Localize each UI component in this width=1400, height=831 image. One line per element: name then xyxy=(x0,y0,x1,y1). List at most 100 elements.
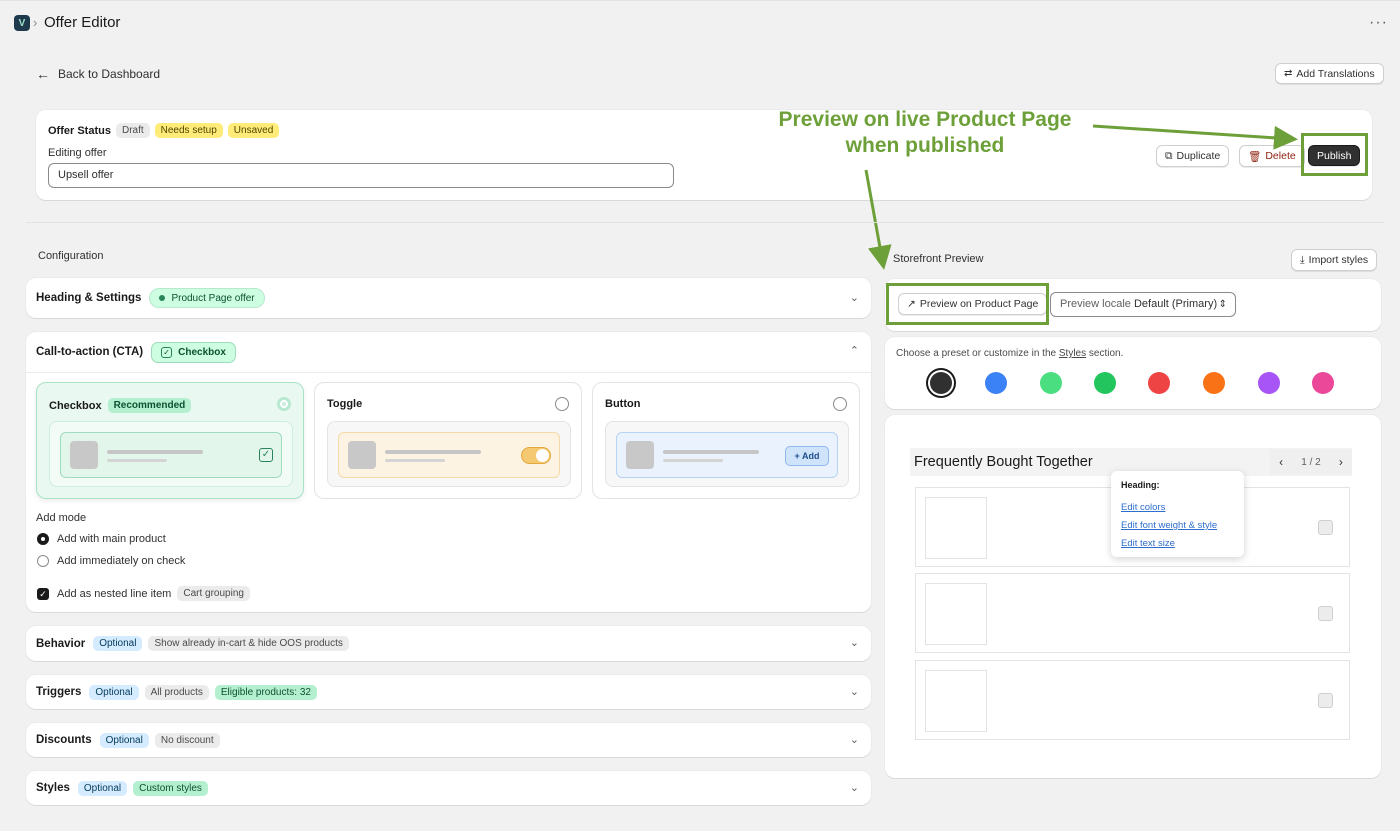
preview-line xyxy=(385,450,481,454)
preset-help-text: Choose a preset or customize in the Styl… xyxy=(896,348,1123,359)
cta-option-button[interactable]: Button + Add xyxy=(592,382,860,499)
preview-thumbnail xyxy=(70,441,98,469)
add-with-main-radio[interactable] xyxy=(37,533,49,545)
optional-badge: Optional xyxy=(89,684,139,700)
all-products-badge: All products xyxy=(144,684,209,700)
check-square-icon: ✓ xyxy=(161,346,173,358)
eligible-products-badge: Eligible products: 32 xyxy=(214,684,317,700)
cta-option-checkbox-title: Checkbox Recommended xyxy=(49,398,192,413)
button-preview-row: + Add xyxy=(616,432,838,478)
cta-checkbox-badge: ✓ Checkbox xyxy=(151,341,236,363)
chevron-right-icon[interactable]: › xyxy=(1339,455,1343,469)
discounts-title: Discounts xyxy=(36,734,92,746)
preview-line xyxy=(385,459,445,462)
cta-option-toggle[interactable]: Toggle xyxy=(314,382,582,499)
edit-colors-link[interactable]: Edit colors xyxy=(1121,502,1165,513)
product-page-offer-badge: Product Page offer xyxy=(149,288,265,308)
styles-link[interactable]: Styles xyxy=(1059,348,1086,359)
cta-accordion: Call-to-action (CTA) ✓ Checkbox ⌃ Checkb… xyxy=(26,332,871,612)
optional-badge: Optional xyxy=(99,732,149,748)
color-swatch[interactable] xyxy=(1312,372,1334,394)
cta-option-checkbox-radio[interactable] xyxy=(277,397,291,411)
cta-option-button-radio[interactable] xyxy=(833,397,847,411)
preview-highlight-box xyxy=(886,283,1049,325)
nested-line-item-checkbox[interactable]: ✓ xyxy=(37,587,49,600)
toggle-option-label: Toggle xyxy=(327,398,363,410)
product-checkbox[interactable] xyxy=(1318,693,1333,708)
preview-line xyxy=(663,459,723,462)
add-immediately-radio[interactable] xyxy=(37,555,49,567)
import-styles-label: Import styles xyxy=(1308,254,1369,266)
color-swatch[interactable] xyxy=(1040,372,1062,394)
color-swatch[interactable] xyxy=(985,372,1007,394)
preview-thumbnail xyxy=(626,441,654,469)
configuration-label: Configuration xyxy=(38,250,104,262)
edit-text-size-link[interactable]: Edit text size xyxy=(1121,538,1175,549)
import-styles-button[interactable]: ⤓ Import styles xyxy=(1291,249,1378,271)
add-immediately-label: Add immediately on check xyxy=(57,555,186,567)
toggle-preview-row xyxy=(338,432,560,478)
heading-settings-accordion[interactable]: Heading & Settings Product Page offer ⌄ xyxy=(26,278,871,318)
color-swatch[interactable] xyxy=(1258,372,1280,394)
optional-badge: Optional xyxy=(93,636,143,651)
section-divider xyxy=(26,222,1384,223)
widget-title[interactable]: Frequently Bought Together xyxy=(914,454,1093,470)
add-immediately-option[interactable]: Add immediately on check xyxy=(37,555,185,567)
color-swatch[interactable] xyxy=(1148,372,1170,394)
add-button-preview: + Add xyxy=(785,446,829,466)
behavior-accordion[interactable]: Behavior Optional Show already in-cart &… xyxy=(26,626,871,661)
toggle-switch-icon xyxy=(521,447,551,464)
product-row xyxy=(915,660,1350,740)
discounts-accordion[interactable]: Discounts Optional No discount ⌄ xyxy=(26,723,871,757)
product-image-placeholder xyxy=(925,670,987,732)
styles-accordion[interactable]: Styles Optional Custom styles ⌄ xyxy=(26,771,871,805)
chevron-down-icon: ⌄ xyxy=(849,734,859,746)
styles-title: Styles xyxy=(36,782,70,794)
preview-locale-select[interactable]: Preview locale Default (Primary) ⇕ xyxy=(1050,292,1236,317)
chevron-down-icon: ⌄ xyxy=(849,292,859,304)
color-swatch[interactable] xyxy=(930,372,952,394)
behavior-header: Behavior Optional Show already in-cart &… xyxy=(36,626,349,661)
heading-edit-popover: Heading: Edit colors Edit font weight & … xyxy=(1111,471,1244,557)
cta-checkbox-badge-label: Checkbox xyxy=(178,346,226,358)
select-arrows-icon: ⇕ xyxy=(1218,299,1227,310)
preview-line xyxy=(107,459,167,462)
color-swatch[interactable] xyxy=(1094,372,1116,394)
chevron-left-icon[interactable]: ‹ xyxy=(1279,455,1283,469)
pager-count: 1 / 2 xyxy=(1301,456,1321,468)
cta-option-toggle-radio[interactable] xyxy=(555,397,569,411)
checkbox-option-label: Checkbox xyxy=(49,399,102,412)
product-checkbox[interactable] xyxy=(1318,520,1333,535)
chevron-down-icon: ⌄ xyxy=(849,637,859,649)
color-swatch[interactable] xyxy=(1203,372,1225,394)
styles-header: Styles Optional Custom styles xyxy=(36,771,208,805)
triggers-header: Triggers Optional All products Eligible … xyxy=(36,675,317,709)
toggle-option-preview xyxy=(327,421,571,487)
cart-grouping-badge: Cart grouping xyxy=(177,586,250,601)
preset-text-after: section. xyxy=(1088,348,1124,359)
popover-title: Heading: xyxy=(1121,480,1160,490)
triggers-title: Triggers xyxy=(36,686,82,698)
edit-font-link[interactable]: Edit font weight & style xyxy=(1121,520,1217,531)
product-page-offer-label: Product Page offer xyxy=(171,292,255,304)
check-square-icon: ✓ xyxy=(259,448,273,462)
cta-option-checkbox[interactable]: Checkbox Recommended ✓ xyxy=(36,382,304,499)
product-checkbox[interactable] xyxy=(1318,606,1333,621)
preview-line xyxy=(107,450,203,454)
cta-option-button-title: Button xyxy=(605,398,640,410)
behavior-title: Behavior xyxy=(36,637,86,650)
checkbox-preview-row: ✓ xyxy=(60,432,282,478)
nested-line-item-option[interactable]: ✓ Add as nested line item Cart grouping xyxy=(37,586,250,601)
chevron-down-icon: ⌄ xyxy=(849,686,859,698)
product-row xyxy=(915,573,1350,653)
behavior-summary-badge: Show already in-cart & hide OOS products xyxy=(148,636,349,651)
chevron-up-icon[interactable]: ⌃ xyxy=(850,344,859,357)
cta-header[interactable]: Call-to-action (CTA) ✓ Checkbox xyxy=(36,332,236,372)
heading-settings-title: Heading & Settings xyxy=(36,292,142,304)
preview-locale-prefix: Preview locale xyxy=(1060,298,1131,310)
triggers-accordion[interactable]: Triggers Optional All products Eligible … xyxy=(26,675,871,709)
status-dot-icon xyxy=(159,295,166,301)
publish-highlight-box xyxy=(1301,133,1368,176)
download-icon: ⤓ xyxy=(1300,253,1305,266)
add-with-main-option[interactable]: Add with main product xyxy=(37,533,166,545)
